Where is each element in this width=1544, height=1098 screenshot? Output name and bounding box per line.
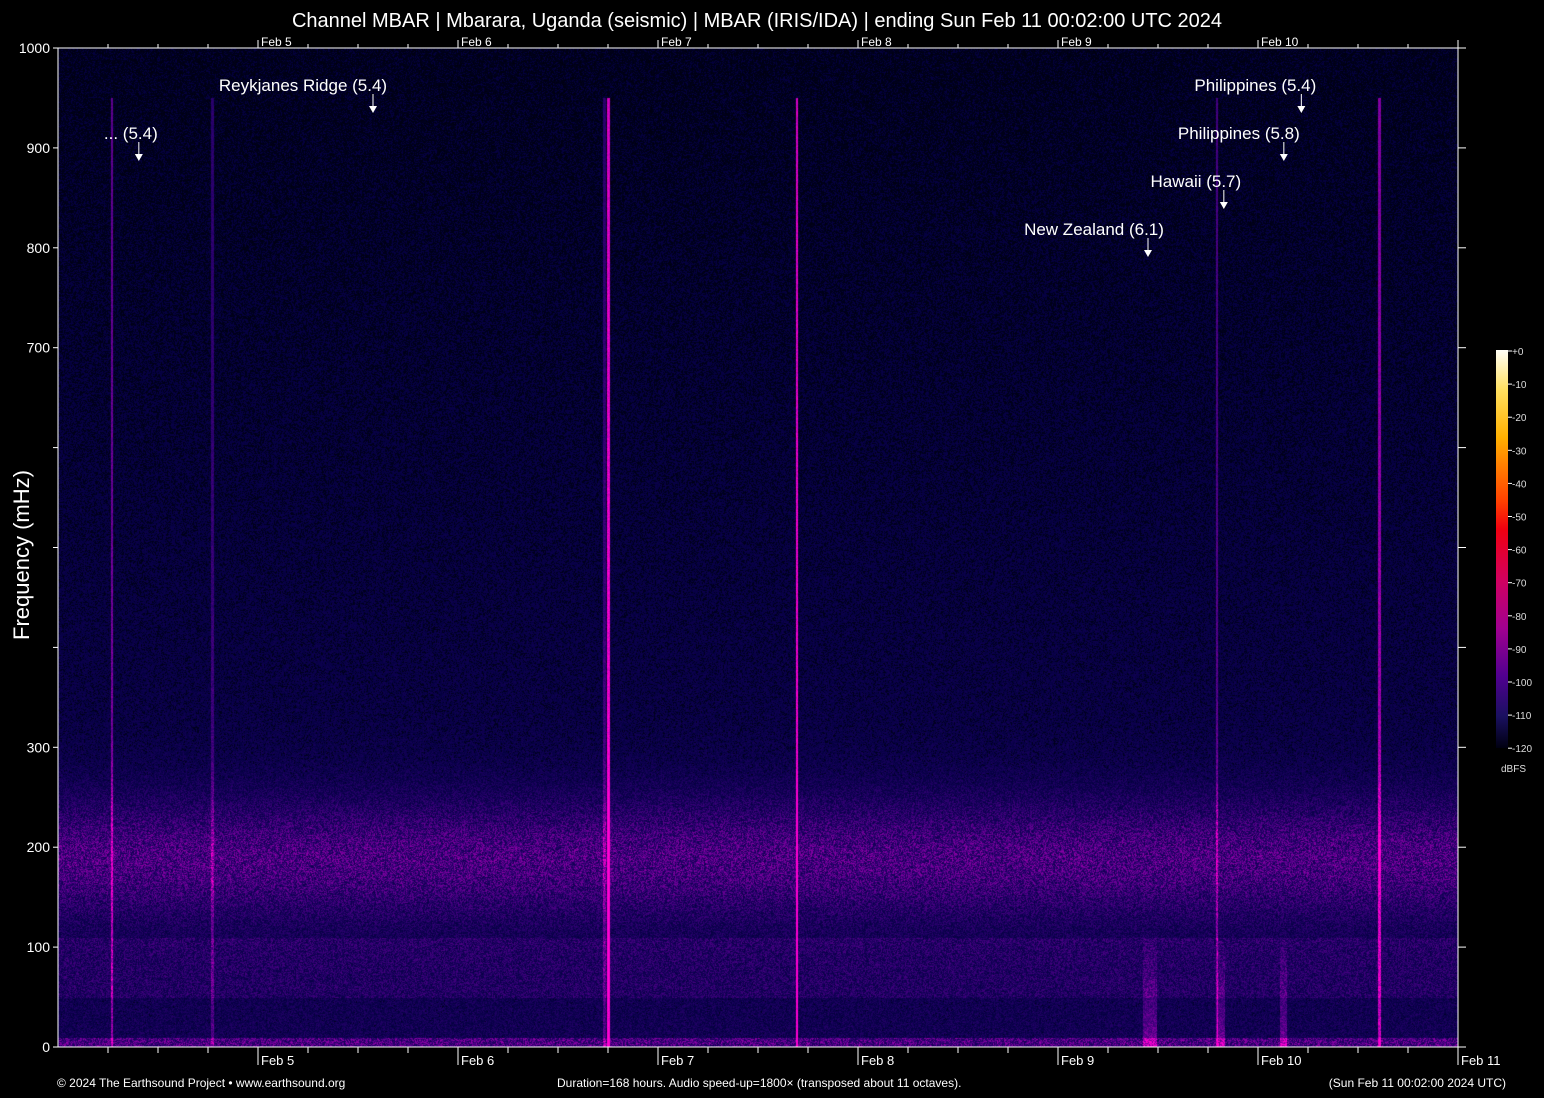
event-arrow-head [1280, 154, 1288, 161]
event-label: Philippines (5.8) [1178, 124, 1300, 144]
footer-duration: Duration=168 hours. Audio speed-up=1800×… [557, 1076, 961, 1090]
colorbar-tick-label: -90 [1512, 645, 1527, 656]
x-tick-label-top: Feb 10 [1261, 35, 1299, 49]
colorbar-tick-label: -30 [1512, 446, 1527, 457]
event-arrow-head [1144, 250, 1152, 257]
event-label: ... (5.4) [104, 124, 158, 144]
colorbar [1496, 350, 1508, 748]
y-tick-label: 800 [27, 240, 51, 256]
colorbar-tick-label: -20 [1512, 413, 1527, 424]
x-tick-label: Feb 6 [461, 1053, 494, 1068]
axes: 0 100 200 300 700 800 900 1000 Feb 5 Feb 5 Feb 6 Fe… [0, 0, 1544, 1098]
colorbar-tick-label: +0 [1512, 347, 1524, 358]
y-tick-label: 700 [27, 340, 51, 356]
x-tick-label-top: Feb 6 [461, 35, 492, 49]
colorbar-tick-label: -40 [1512, 479, 1527, 490]
event-arrow-head [1220, 202, 1228, 209]
colorbar-tick-label: -110 [1512, 711, 1532, 722]
colorbar-tick-label: -100 [1512, 678, 1532, 689]
x-tick-label: Feb 8 [861, 1053, 894, 1068]
plot-frame [58, 48, 1458, 1047]
x-tick-label: Feb 11 [1461, 1053, 1501, 1068]
footer-copyright: © 2024 The Earthsound Project • www.eart… [57, 1076, 345, 1090]
event-label: Philippines (5.4) [1194, 76, 1316, 96]
y-tick-label: 200 [27, 839, 51, 855]
colorbar-tick-label: -60 [1512, 546, 1527, 557]
y-tick-label: 1000 [19, 40, 50, 56]
footer-end-time: (Sun Feb 11 00:02:00 2024 UTC) [1329, 1076, 1506, 1090]
event-label: Reykjanes Ridge (5.4) [219, 76, 387, 96]
x-tick-label: Feb 10 [1261, 1053, 1301, 1068]
event-arrow-head [369, 106, 377, 113]
x-tick-label: Feb 7 [661, 1053, 694, 1068]
event-label: New Zealand (6.1) [1024, 220, 1164, 240]
event-arrow-head [135, 154, 143, 161]
y-tick-label: 300 [27, 739, 51, 755]
colorbar-tick-label: -10 [1512, 380, 1527, 391]
y-tick-label: 900 [27, 140, 51, 156]
x-tick-label: Feb 5 [261, 1053, 294, 1068]
colorbar-label: dBFS [1501, 764, 1526, 775]
x-tick-label: Feb 9 [1061, 1053, 1094, 1068]
x-tick-label-top: Feb 7 [661, 35, 692, 49]
y-axis-label: Frequency (mHz) [9, 470, 35, 640]
y-tick-label: 100 [27, 939, 51, 955]
x-tick-label-top: Feb 9 [1061, 35, 1092, 49]
event-arrow-head [1297, 106, 1305, 113]
x-tick-label-top: Feb 5 [261, 35, 292, 49]
y-tick-label: 0 [42, 1039, 50, 1055]
colorbar-tick-label: -70 [1512, 579, 1527, 590]
x-tick-label-top: Feb 8 [861, 35, 892, 49]
colorbar-tick-label: -50 [1512, 513, 1527, 524]
colorbar-tick-label: -120 [1512, 744, 1532, 755]
colorbar-tick-label: -80 [1512, 612, 1527, 623]
event-label: Hawaii (5.7) [1150, 172, 1241, 192]
